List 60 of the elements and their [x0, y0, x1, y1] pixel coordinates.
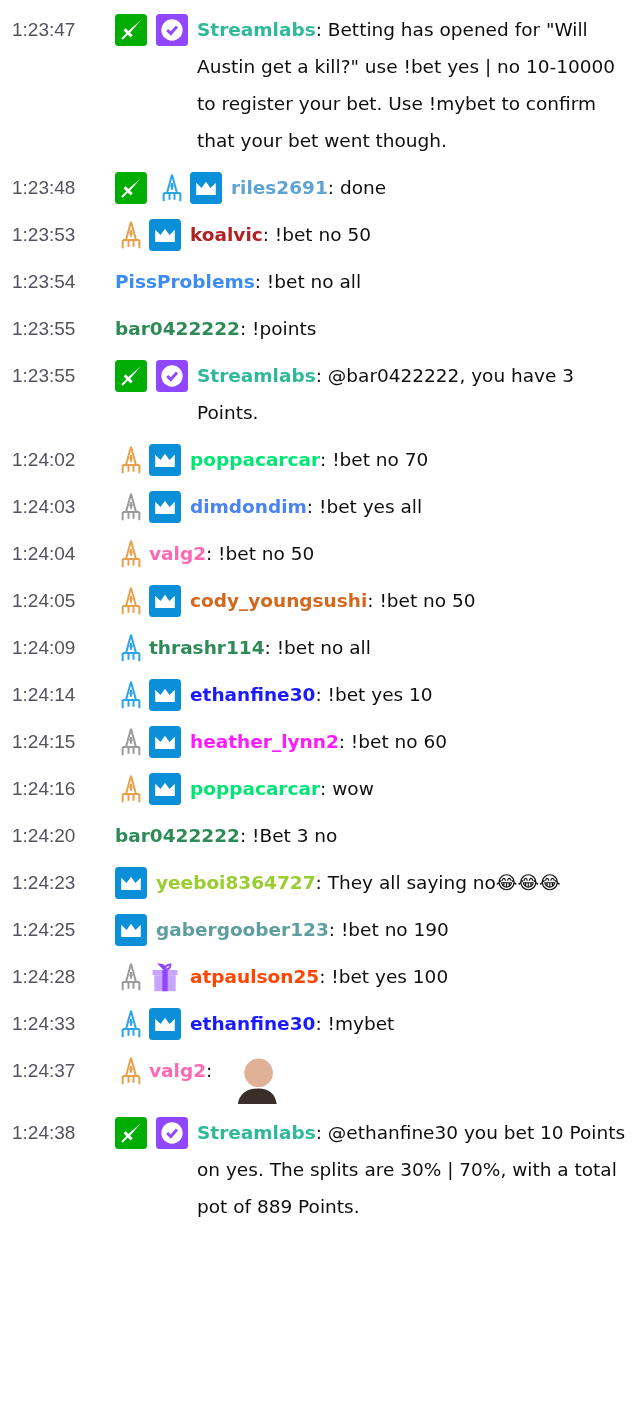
crown-badge-icon [115, 866, 147, 899]
crown-badge-icon [149, 678, 181, 711]
timestamp: 1:24:33 [12, 1012, 77, 1036]
timestamp: 1:24:25 [12, 918, 77, 942]
chat-message: thrashr114: !bet no all [149, 636, 371, 660]
chat-message: PissProblems: !bet no all [115, 270, 362, 294]
crown-badge-icon [190, 171, 222, 204]
chat-message: cody_youngsushi: !bet no 50 [190, 589, 476, 613]
chat-message: ethanfine30: !bet yes 10 [190, 683, 433, 707]
timestamp: 1:24:28 [12, 965, 77, 989]
timestamp: 1:23:55 [12, 317, 77, 341]
crown-badge-icon [149, 772, 181, 805]
chat-message: Streamlabs: @bar0422222, you have 3 Points. [197, 364, 576, 425]
chat-message: Streamlabs: Betting has opened for "Will Austin get a kill?" use !bet yes | no 10-10000 to register your bet. Use !mybet to confirm that your bet went though. [197, 18, 617, 153]
chat-message: poppacarcar: !bet no 70 [190, 448, 429, 472]
chat-message: valg2: !bet no 50 [149, 542, 315, 566]
chat-message: dimdondim: !bet yes all [190, 495, 423, 519]
check-badge-icon [156, 13, 188, 46]
timestamp: 1:23:53 [12, 223, 77, 247]
sword-badge-icon [115, 171, 147, 204]
chat-message: atpaulson25: !bet yes 100 [190, 965, 449, 989]
crown-badge-icon [149, 490, 181, 523]
crown-badge-icon [149, 725, 181, 758]
chat-message: riles2691: done [231, 176, 387, 200]
chat-message: poppacarcar: wow [190, 777, 374, 801]
timestamp: 1:24:15 [12, 730, 77, 754]
timestamp: 1:24:05 [12, 589, 77, 613]
crown-badge-icon [149, 1007, 181, 1040]
timestamp: 1:24:04 [12, 542, 77, 566]
crown-badge-icon [149, 443, 181, 476]
check-badge-icon [156, 1116, 188, 1149]
timestamp: 1:24:37 [12, 1059, 77, 1083]
chat-message: gabergoober123: !bet no 190 [156, 918, 449, 942]
timestamp: 1:24:23 [12, 871, 77, 895]
chat-message: yeeboi8364727: They all saying no😂😂😂 [156, 871, 561, 895]
timestamp: 1:24:16 [12, 777, 77, 801]
timestamp: 1:23:54 [12, 270, 77, 294]
timestamp: 1:23:55 [12, 364, 77, 388]
crown-badge-icon [115, 913, 147, 946]
chat-message: bar0422222: !points [115, 317, 317, 341]
timestamp: 1:24:09 [12, 636, 77, 660]
crown-badge-icon [149, 584, 181, 617]
chat-message: bar0422222: !Bet 3 no [115, 824, 338, 848]
timestamp: 1:24:14 [12, 683, 77, 707]
timestamp: 1:24:02 [12, 448, 77, 472]
sword-badge-icon [115, 1116, 147, 1149]
chat-message: heather_lynn2: !bet no 60 [190, 730, 447, 754]
chat-message: valg2: [149, 1059, 213, 1083]
timestamp: 1:24:20 [12, 824, 77, 848]
sword-badge-icon [115, 13, 147, 46]
timestamp: 1:24:03 [12, 495, 77, 519]
chat-message: Streamlabs: @ethanfine30 you bet 10 Points on yes. The splits are 30% | 70%, with a total pot of 889 Points. [197, 1121, 627, 1219]
timestamp: 1:23:48 [12, 176, 77, 200]
timestamp: 1:24:38 [12, 1121, 77, 1145]
sword-badge-icon [115, 359, 147, 392]
crown-badge-icon [149, 218, 181, 251]
check-badge-icon [156, 359, 188, 392]
timestamp: 1:23:47 [12, 18, 77, 42]
chat-message: ethanfine30: !mybet [190, 1012, 395, 1036]
chat-message: koalvic: !bet no 50 [190, 223, 371, 247]
